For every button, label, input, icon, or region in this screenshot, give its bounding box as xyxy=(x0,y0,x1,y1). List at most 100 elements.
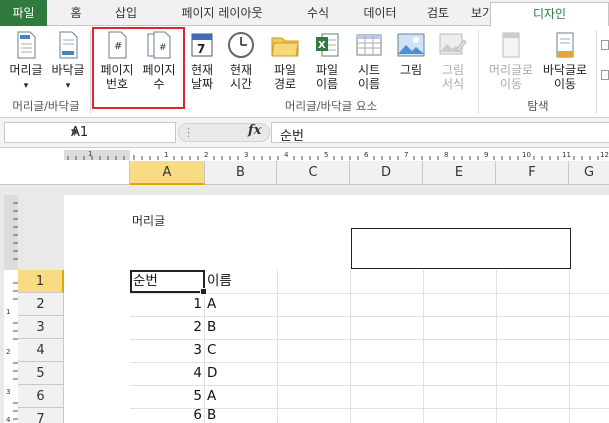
page-count-icon: # xyxy=(147,31,171,59)
ruler-h-label: 6 xyxy=(364,151,369,159)
picture-label: 그림 xyxy=(399,63,423,77)
tab-data[interactable]: 데이터 xyxy=(352,2,408,26)
cell-b4[interactable]: C xyxy=(204,339,277,362)
sheet-name-button[interactable]: 시트 이름 xyxy=(350,30,388,91)
ruler-h-label: 12 xyxy=(600,151,609,159)
cell-a7[interactable]: 6 xyxy=(130,404,205,423)
excel-file-icon: X xyxy=(316,33,339,57)
calendar-icon: 7 xyxy=(191,33,213,57)
current-time-label-1: 현재 xyxy=(229,63,253,77)
file-name-label-1: 파일 xyxy=(315,63,339,77)
format-picture-label-2: 서식 xyxy=(441,77,465,91)
tab-design[interactable]: 디자인 xyxy=(490,2,609,27)
cell-b5[interactable]: D xyxy=(204,362,277,385)
cell-b1[interactable]: 이름 xyxy=(204,270,277,293)
horizontal-ruler: 1 1 2 3 4 5 6 7 8 9 10 11 12 xyxy=(64,150,609,160)
current-time-button[interactable]: 현재 시간 xyxy=(223,30,259,91)
cell-b7[interactable]: B xyxy=(204,404,277,423)
vertical-ruler: 1 2 3 4 xyxy=(4,195,18,423)
column-header-e[interactable]: E xyxy=(423,161,496,185)
row-header[interactable]: 1 xyxy=(18,270,64,293)
column-header-c[interactable]: C xyxy=(277,161,350,185)
row-header[interactable]: 6 xyxy=(18,385,64,408)
cell-b2[interactable]: A xyxy=(204,293,277,316)
current-date-button[interactable]: 7 현재 날짜 xyxy=(185,30,219,91)
page-number-button[interactable]: # 페이지 번호 xyxy=(96,30,138,91)
file-name-button[interactable]: X 파일 이름 xyxy=(308,30,346,91)
cell-b3[interactable]: B xyxy=(204,316,277,339)
picture-button[interactable]: 그림 xyxy=(394,30,428,77)
page-number-label-1: 페이지 xyxy=(100,63,134,77)
ruler-h-label: 8 xyxy=(444,151,448,159)
ruler-v-label: 4 xyxy=(6,416,11,423)
formula-input[interactable]: 순번 xyxy=(271,122,609,144)
format-picture-button[interactable]: 그림 서식 xyxy=(434,30,472,91)
column-header-f[interactable]: F xyxy=(496,161,569,185)
row-header[interactable]: 3 xyxy=(18,316,64,339)
file-path-button[interactable]: 파일 경로 xyxy=(266,30,304,91)
select-all-corner[interactable] xyxy=(0,161,130,185)
tab-home[interactable]: 홈 xyxy=(58,2,94,26)
tab-review[interactable]: 검토 xyxy=(416,2,460,26)
cell-a2[interactable]: 1 xyxy=(130,293,205,316)
goto-header-icon xyxy=(502,32,520,58)
header-button[interactable]: 머리글 ▾ xyxy=(4,30,48,93)
column-header-b[interactable]: B xyxy=(205,161,277,185)
column-header-g[interactable]: G xyxy=(569,161,609,185)
page-number-label-2: 번호 xyxy=(105,77,129,91)
cell-a3[interactable]: 2 xyxy=(130,316,205,339)
sheet-icon xyxy=(356,34,382,56)
clock-icon xyxy=(228,32,254,58)
resize-handle-icon[interactable]: ⋮ xyxy=(183,126,194,139)
tab-file[interactable]: 파일 xyxy=(0,0,47,26)
current-date-label-2: 날짜 xyxy=(190,77,214,91)
file-path-label-1: 파일 xyxy=(273,63,297,77)
group-label-navigation: 탐색 xyxy=(527,99,549,113)
ruler-h-label: 3 xyxy=(244,151,248,159)
footer-label: 바닥글 xyxy=(51,63,85,77)
insert-function-icon[interactable]: fx xyxy=(248,123,261,138)
tab-formulas[interactable]: 수식 xyxy=(294,2,342,26)
row-header[interactable]: 4 xyxy=(18,339,64,362)
format-picture-label-1: 그림 xyxy=(441,63,465,77)
group-divider xyxy=(596,30,597,114)
row-header[interactable]: 7 xyxy=(18,408,64,423)
svg-text:#: # xyxy=(114,41,122,52)
name-box[interactable]: A1 ▼ xyxy=(4,122,176,143)
page-count-button[interactable]: # 페이지 수 xyxy=(138,30,180,91)
svg-text:#: # xyxy=(159,43,167,53)
column-header-a[interactable]: A xyxy=(130,161,205,185)
current-date-label-1: 현재 xyxy=(190,63,214,77)
ruler-v-label: 2 xyxy=(6,348,10,356)
row-header[interactable]: 5 xyxy=(18,362,64,385)
column-header-d[interactable]: D xyxy=(350,161,423,185)
goto-footer-button[interactable]: 바닥글로 이동 xyxy=(538,30,592,91)
current-time-label-2: 시간 xyxy=(229,77,253,91)
footer-button[interactable]: 바닥글 ▾ xyxy=(48,30,88,93)
ruler-h-label: 10 xyxy=(522,151,531,159)
gridline xyxy=(277,270,278,423)
group-label-header-footer: 머리글/바닥글 xyxy=(12,99,80,113)
ruler-h-label: 5 xyxy=(324,151,328,159)
folder-icon xyxy=(271,37,299,57)
goto-header-label-2: 이동 xyxy=(499,77,523,91)
ruler-h-label: 1 xyxy=(164,151,168,159)
gridline xyxy=(350,270,351,423)
format-picture-icon xyxy=(439,33,467,55)
row-header[interactable]: 2 xyxy=(18,293,64,316)
goto-header-button[interactable]: 머리글로 이동 xyxy=(484,30,538,91)
chevron-down-icon: ▾ xyxy=(23,81,29,91)
tab-page-layout[interactable]: 페이지 레이아웃 xyxy=(160,2,284,26)
ruler-h-label: 9 xyxy=(484,151,488,159)
cell-a4[interactable]: 3 xyxy=(130,339,205,362)
header-icon xyxy=(17,31,36,59)
tab-insert[interactable]: 삽입 xyxy=(104,2,148,26)
active-cell-cursor[interactable] xyxy=(130,270,207,295)
option-checkbox[interactable] xyxy=(601,70,609,80)
file-name-label-2: 이름 xyxy=(315,77,339,91)
chevron-down-icon[interactable]: ▼ xyxy=(71,128,171,138)
footer-icon xyxy=(59,31,78,59)
option-checkbox[interactable] xyxy=(601,40,609,50)
header-center-section[interactable] xyxy=(351,228,571,269)
cell-a5[interactable]: 4 xyxy=(130,362,205,385)
